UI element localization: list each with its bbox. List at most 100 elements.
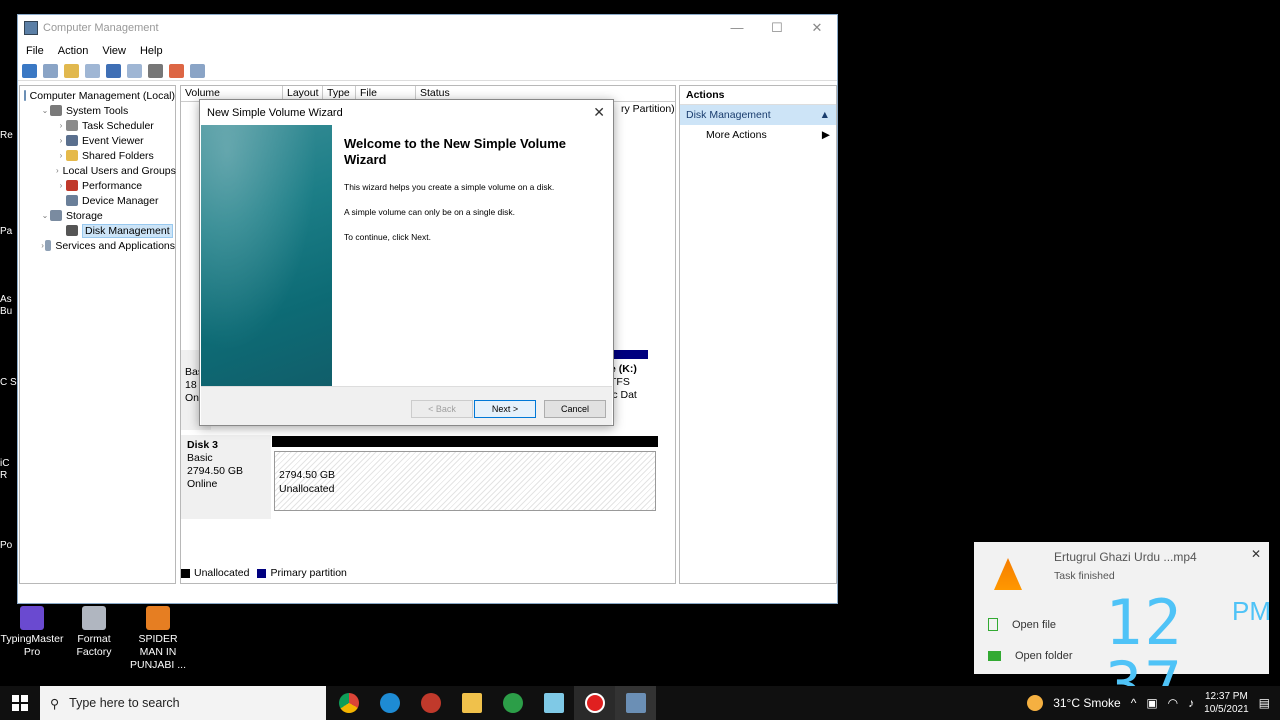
wizard-content: Welcome to the New Simple Volume Wizard … — [344, 136, 599, 257]
menu-view[interactable]: View — [102, 45, 126, 57]
back-button[interactable]: < Back — [411, 400, 473, 418]
tree-item[interactable]: Computer Management (Local) — [20, 88, 175, 103]
menu-file[interactable]: File — [26, 45, 44, 57]
view-icon[interactable] — [190, 63, 205, 78]
checklist-icon[interactable] — [169, 63, 184, 78]
menu-help[interactable]: Help — [140, 45, 163, 57]
desktop-icon-fragment[interactable]: C S — [0, 377, 18, 389]
taskbar-recorder[interactable] — [574, 686, 615, 720]
desktop-icon-fragment[interactable]: Pa — [0, 226, 18, 237]
network-icon[interactable]: ▣ — [1146, 696, 1157, 710]
tree-item[interactable]: › Shared Folders — [20, 148, 175, 163]
tree-item[interactable]: › Local Users and Groups — [20, 163, 176, 178]
tree-item-label: Event Viewer — [82, 134, 144, 147]
notification-center-icon[interactable]: ▤ — [1259, 696, 1270, 710]
new-simple-volume-wizard: New Simple Volume Wizard ✕ Welcome to th… — [199, 99, 614, 426]
wizard-close-button[interactable]: ✕ — [593, 104, 605, 121]
tree-item[interactable]: ⌄ Storage — [20, 208, 175, 223]
desktop-icon-fragment[interactable]: Po — [0, 540, 18, 551]
open-file-action[interactable]: Open file — [988, 618, 1056, 631]
minimize-button[interactable]: — — [717, 20, 757, 36]
expand-chevron-icon[interactable]: › — [56, 121, 66, 130]
tree-item-label: Performance — [82, 179, 143, 192]
maximize-button[interactable]: ☐ — [757, 20, 797, 36]
taskbar-search[interactable]: ⚲ Type here to search — [40, 686, 326, 720]
actions-section[interactable]: Disk Management ▲ — [680, 105, 836, 125]
wizard-text-2: A simple volume can only be on a single … — [344, 207, 516, 217]
clock-date: 10/5/2021 — [1204, 704, 1249, 715]
open-folder-action[interactable]: Open folder — [988, 650, 1072, 662]
back-arrow-icon[interactable] — [22, 63, 37, 78]
submenu-arrow-icon: ▶ — [821, 129, 830, 141]
tree-item[interactable]: Disk Management — [20, 223, 175, 238]
unallocated-bar — [272, 436, 658, 447]
show-hide-tree-icon[interactable] — [85, 63, 100, 78]
vlc-icon — [994, 558, 1022, 590]
tree-item[interactable]: Device Manager — [20, 193, 175, 208]
desktop-icon-fragment[interactable]: Re — [0, 130, 18, 141]
wizard-title-bar[interactable]: New Simple Volume Wizard ✕ — [200, 100, 613, 125]
tree-item[interactable]: › Task Scheduler — [20, 118, 175, 133]
more-actions-label: More Actions — [706, 129, 767, 141]
wizard-title: New Simple Volume Wizard — [207, 106, 343, 119]
disk3-info[interactable]: Disk 3 Basic 2794.50 GB Online — [181, 435, 271, 519]
taskbar-clock[interactable]: 12:37 PM 10/5/2021 — [1204, 690, 1249, 716]
disk3-unallocated-partition[interactable]: 2794.50 GB Unallocated — [274, 451, 656, 511]
more-actions-item[interactable]: More Actions ▶ — [680, 125, 836, 145]
tree-item[interactable]: › Performance — [20, 178, 175, 193]
forward-arrow-icon[interactable] — [43, 63, 58, 78]
wifi-icon[interactable]: ◠ — [1168, 696, 1178, 710]
expand-chevron-icon[interactable]: ⌄ — [40, 106, 50, 115]
actions-section-label: Disk Management — [686, 109, 771, 121]
desktop-icon-spiderman-video[interactable]: SPIDER MAN IN PUNJABI ... — [126, 606, 190, 672]
expand-chevron-icon[interactable]: › — [56, 166, 59, 175]
wizard-text-3: To continue, click Next. — [344, 232, 431, 242]
help-icon[interactable] — [106, 63, 121, 78]
desktop-icon-fragment[interactable]: As Bu — [0, 294, 18, 318]
window-title: Computer Management — [43, 22, 159, 34]
volume-icon[interactable]: ♪ — [1188, 696, 1194, 710]
desktop-icon-fragment[interactable]: iC R — [0, 458, 18, 482]
up-folder-icon[interactable] — [64, 63, 79, 78]
taskbar-edge[interactable] — [369, 686, 410, 720]
tree-item-label: Device Manager — [82, 194, 159, 207]
folder-icon — [988, 651, 1001, 661]
connect-icon[interactable] — [148, 63, 163, 78]
tree-item-label: Storage — [66, 209, 103, 222]
folder-icon — [66, 150, 78, 161]
taskbar-computer-management[interactable] — [615, 686, 656, 720]
expand-chevron-icon[interactable]: › — [56, 136, 66, 145]
properties-icon[interactable] — [127, 63, 142, 78]
desktop-icon-typingmaster[interactable]: TypingMaster Pro — [0, 606, 64, 659]
title-bar[interactable]: Computer Management — ☐ ✕ — [18, 15, 837, 41]
tree-item[interactable]: › Event Viewer — [20, 133, 175, 148]
expand-chevron-icon[interactable]: ⌄ — [40, 211, 50, 220]
taskbar-app-blue[interactable] — [533, 686, 574, 720]
actions-header: Actions — [680, 86, 836, 105]
collapse-icon[interactable]: ▲ — [820, 109, 830, 121]
computer-management-icon — [625, 693, 646, 713]
menu-action[interactable]: Action — [58, 45, 89, 57]
weather-text[interactable]: 31°C Smoke — [1053, 696, 1121, 710]
taskbar-file-explorer[interactable] — [451, 686, 492, 720]
taskbar-utorrent[interactable] — [492, 686, 533, 720]
taskbar-app-red[interactable] — [410, 686, 451, 720]
partition-label: Unallocated — [279, 483, 335, 495]
expand-chevron-icon[interactable]: › — [56, 181, 66, 190]
tree-item[interactable]: ⌄ System Tools — [20, 103, 175, 118]
chevron-up-icon[interactable]: ^ — [1131, 696, 1137, 710]
open-file-label: Open file — [1012, 618, 1057, 631]
partition-label: e (K:) — [610, 363, 637, 375]
cancel-button[interactable]: Cancel — [544, 400, 606, 418]
app-icon — [420, 693, 441, 713]
tree-item[interactable]: › Services and Applications — [20, 238, 175, 253]
start-button[interactable] — [0, 686, 40, 720]
utorrent-icon — [502, 693, 523, 713]
close-button[interactable]: ✕ — [797, 20, 837, 36]
desktop-icon-format-factory[interactable]: Format Factory — [62, 606, 126, 659]
expand-chevron-icon[interactable]: › — [56, 151, 66, 160]
taskbar-chrome[interactable] — [328, 686, 369, 720]
notification-close-button[interactable]: ✕ — [1251, 547, 1261, 561]
next-button[interactable]: Next > — [474, 400, 536, 418]
weather-icon[interactable] — [1027, 695, 1044, 711]
